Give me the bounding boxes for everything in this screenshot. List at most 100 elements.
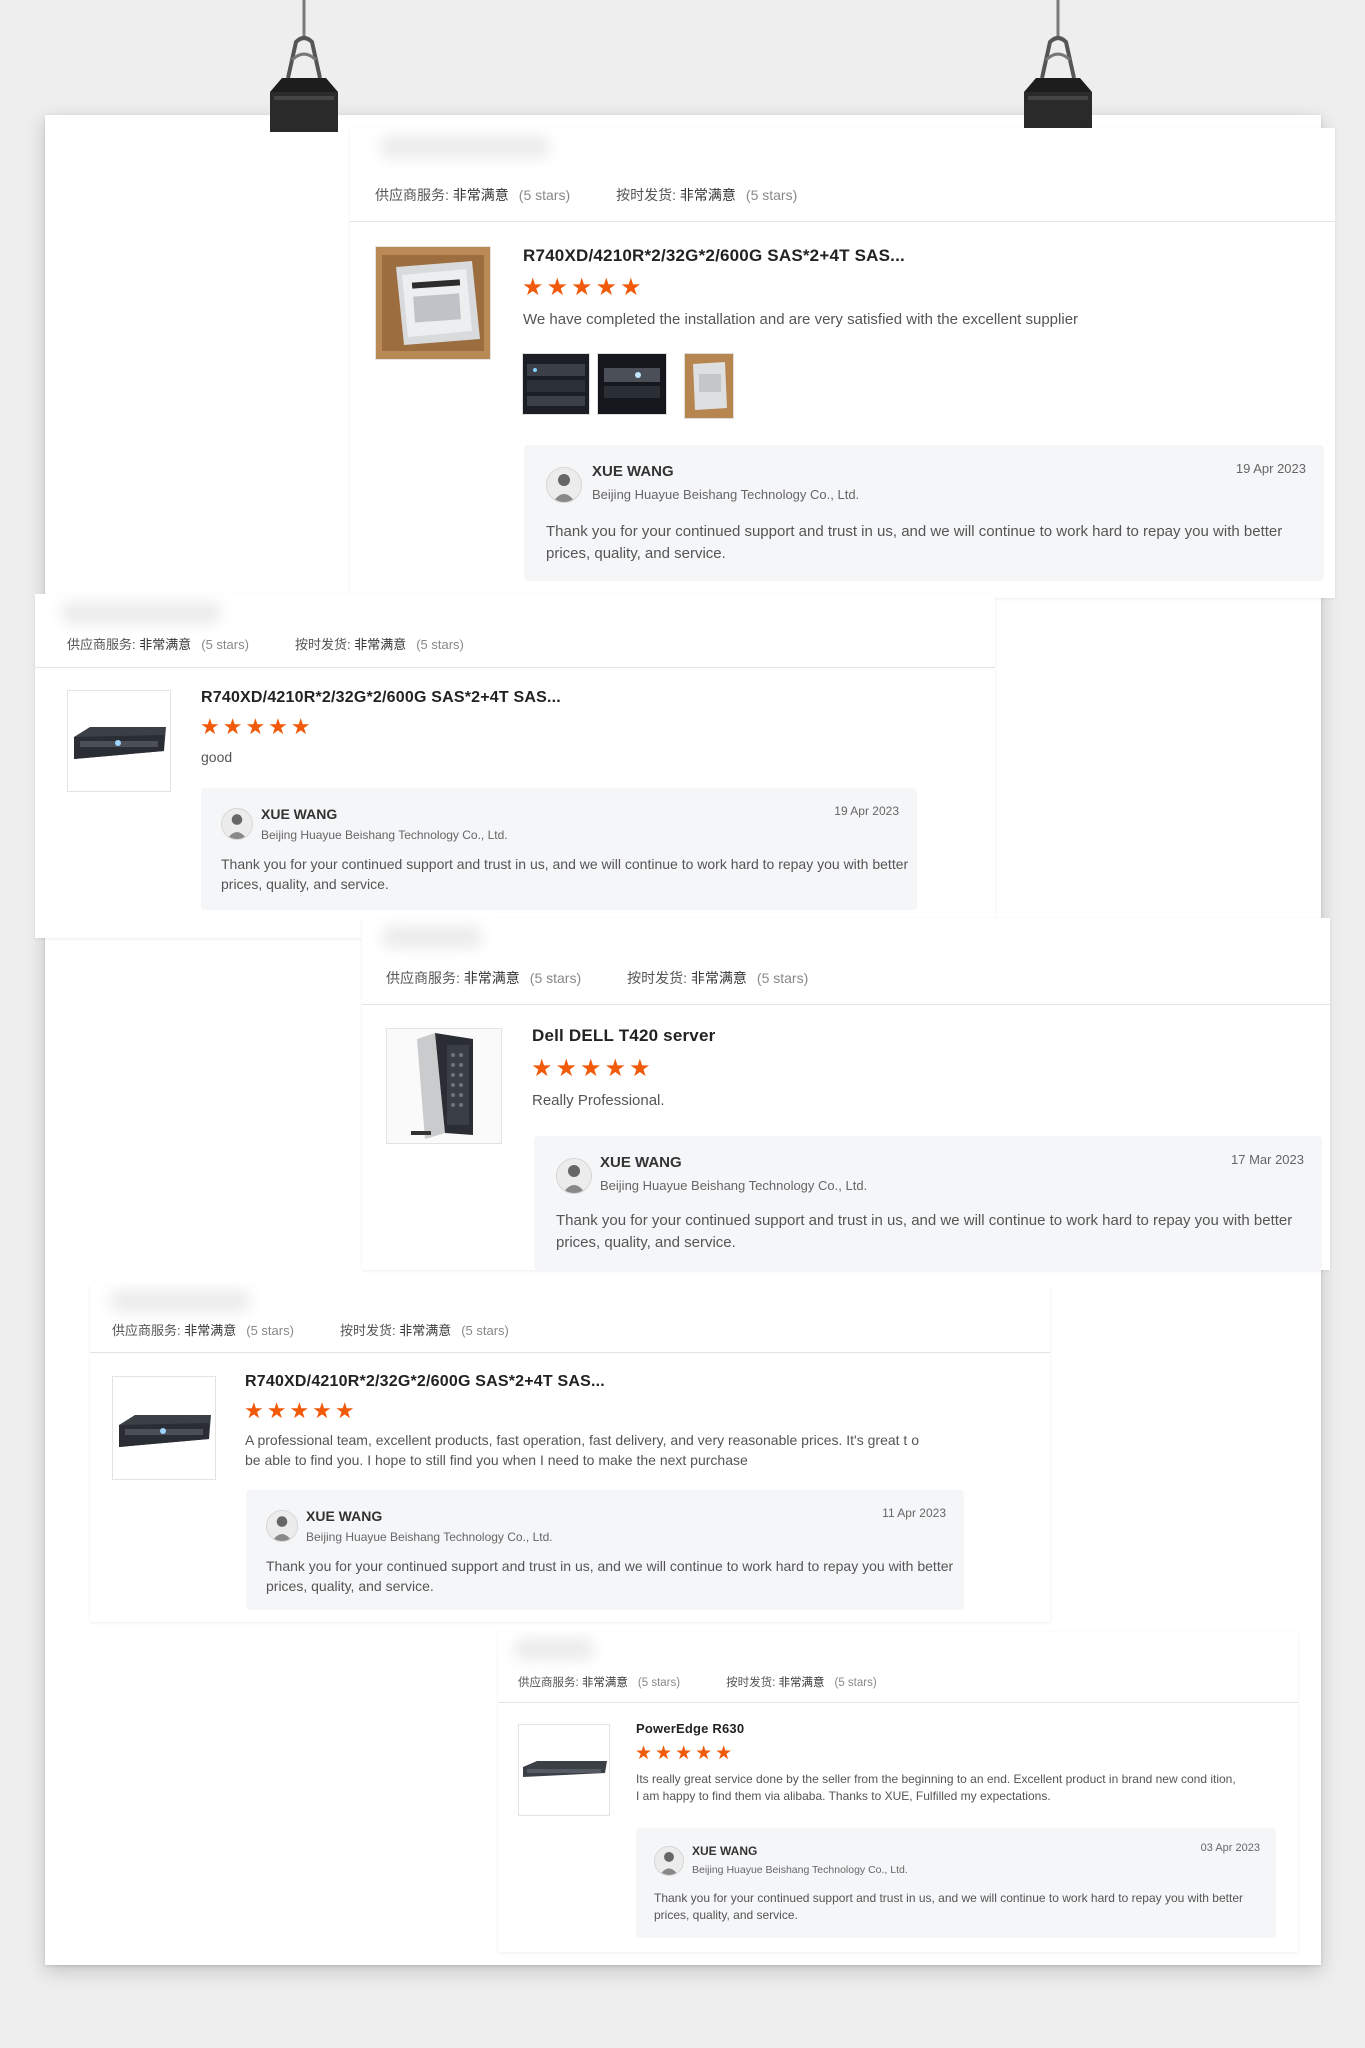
server-box-photo-icon [685, 354, 733, 418]
card-header: 供应商服务: 非常满意 (5 stars) 按时发货: 非常满意 (5 stars) [90, 1284, 1050, 1353]
review-stars: ★★★★★ [244, 1398, 358, 1423]
reply-name: XUE WANG [600, 1154, 682, 1171]
product-thumbnail[interactable] [112, 1376, 216, 1480]
reply-text: Thank you for your continued support and… [546, 523, 1283, 562]
product-thumbnail[interactable] [518, 1724, 610, 1816]
product-title[interactable]: PowerEdge R630 [636, 1721, 744, 1736]
reply-company: Beijing Huayue Beishang Technology Co., … [600, 1178, 868, 1193]
supplier-service-label: 供应商服务: [112, 1323, 181, 1338]
review-card: 供应商服务: 非常满意 (5 stars) 按时发货: 非常满意 (5 stars) … [90, 1284, 1050, 1622]
shipping-value: 非常满意 [679, 187, 736, 203]
supplier-service-stars: (5 stars) [529, 970, 582, 986]
reply-name: XUE WANG [692, 1844, 758, 1858]
reply-company: Beijing Huayue Beishang Technology Co., … [261, 828, 508, 842]
shipping-label: 按时发货: [726, 1677, 776, 1689]
shipping-label: 按时发货: [616, 187, 677, 203]
supplier-reply: XUE WANG Beijing Huayue Beishang Technol… [246, 1490, 964, 1610]
review-card: 供应商服务: 非常满意 (5 stars) 按时发货: 非常满意 (5 stars) … [350, 128, 1335, 598]
avatar [654, 1846, 684, 1876]
product-title[interactable]: Dell DELL T420 server [532, 1026, 715, 1046]
card-header: 供应商服务: 非常满意 (5 stars) 按时发货: 非常满意 (5 stars) [35, 594, 995, 668]
product-title[interactable]: R740XD/4210R*2/32G*2/600G SAS*2+4T SAS..… [523, 246, 905, 266]
supplier-service-value: 非常满意 [184, 1323, 237, 1338]
shipping-value: 非常满意 [690, 970, 747, 986]
supplier-reply: XUE WANG Beijing Huayue Beishang Technol… [534, 1136, 1322, 1270]
tower-server-image-icon [387, 1029, 501, 1143]
binder-clip-icon [1016, 0, 1096, 140]
rack-server-image-icon [519, 1725, 609, 1815]
avatar [556, 1158, 592, 1194]
shipping-stars: (5 stars) [756, 970, 809, 986]
server-box-image-icon [376, 247, 490, 359]
supplier-reply: XUE WANG Beijing Huayue Beishang Technol… [201, 788, 917, 910]
review-text: Its really great service done by the sel… [636, 1772, 1236, 1804]
review-card: 供应商服务: 非常满意 (5 stars) 按时发货: 非常满意 (5 stars) … [498, 1632, 1298, 1952]
review-stars: ★★★★★ [522, 274, 645, 301]
supplier-service-stars: (5 stars) [518, 187, 571, 203]
rack-server-photo-icon [523, 354, 589, 414]
binder-clip-icon [262, 0, 342, 140]
review-text: good [201, 749, 233, 765]
rack-server-image-icon [68, 691, 170, 791]
shipping-stars: (5 stars) [745, 187, 798, 203]
review-photos [522, 353, 752, 419]
supplier-service-label: 供应商服务: [518, 1677, 579, 1689]
shipping-value: 非常满意 [778, 1677, 825, 1689]
shipping-value: 非常满意 [399, 1323, 452, 1338]
review-stars: ★★★★★ [200, 714, 314, 739]
review-card: 供应商服务: 非常满意 (5 stars) 按时发货: 非常满意 (5 stars) … [362, 918, 1330, 1270]
review-text: Really Professional. [532, 1092, 665, 1109]
supplier-ratings: 供应商服务: 非常满意 (5 stars) 按时发货: 非常满意 (5 stars) [112, 1320, 509, 1339]
product-thumbnail[interactable] [386, 1028, 502, 1144]
reply-date: 03 Apr 2023 [1200, 1842, 1260, 1854]
supplier-service-stars: (5 stars) [637, 1677, 681, 1689]
shipping-label: 按时发货: [627, 970, 688, 986]
card-header: 供应商服务: 非常满意 (5 stars) 按时发货: 非常满意 (5 stars) [350, 128, 1335, 222]
avatar [221, 808, 253, 840]
reply-text: Thank you for your continued support and… [266, 1558, 954, 1595]
supplier-service-stars: (5 stars) [246, 1323, 294, 1338]
reply-date: 17 Mar 2023 [1231, 1152, 1304, 1167]
reply-text: Thank you for your continued support and… [556, 1212, 1293, 1251]
shipping-stars: (5 stars) [461, 1323, 509, 1338]
avatar [266, 1510, 298, 1542]
product-thumbnail[interactable] [67, 690, 171, 792]
shipping-label: 按时发货: [339, 1323, 396, 1338]
reply-company: Beijing Huayue Beishang Technology Co., … [692, 1864, 908, 1876]
supplier-service-value: 非常满意 [581, 1677, 628, 1689]
product-thumbnail[interactable] [375, 246, 491, 360]
reply-text: Thank you for your continued support and… [654, 1891, 1243, 1923]
rack-server-image-icon [113, 1377, 215, 1479]
reply-name: XUE WANG [261, 806, 338, 822]
reply-date: 19 Apr 2023 [1235, 461, 1306, 476]
supplier-service-value: 非常满意 [463, 970, 520, 986]
card-header: 供应商服务: 非常满意 (5 stars) 按时发货: 非常满意 (5 stars) [498, 1632, 1298, 1703]
supplier-ratings: 供应商服务: 非常满意 (5 stars) 按时发货: 非常满意 (5 stars) [375, 185, 797, 205]
rack-server-photo-icon [598, 354, 666, 414]
supplier-service-value: 非常满意 [139, 637, 192, 652]
review-text: A professional team, excellent products,… [245, 1432, 919, 1469]
review-text: We have completed the installation and a… [523, 311, 1079, 328]
card-header: 供应商服务: 非常满意 (5 stars) 按时发货: 非常满意 (5 stars) [362, 918, 1330, 1005]
supplier-ratings: 供应商服务: 非常满意 (5 stars) 按时发货: 非常满意 (5 stars) [518, 1674, 877, 1690]
product-title[interactable]: R740XD/4210R*2/32G*2/600G SAS*2+4T SAS..… [201, 689, 561, 707]
shipping-label: 按时发货: [294, 637, 351, 652]
review-stars: ★★★★★ [635, 1743, 736, 1764]
supplier-reply: XUE WANG Beijing Huayue Beishang Technol… [636, 1828, 1276, 1938]
review-photo[interactable] [597, 353, 667, 415]
supplier-ratings: 供应商服务: 非常满意 (5 stars) 按时发货: 非常满意 (5 stars) [386, 968, 808, 988]
shipping-value: 非常满意 [354, 637, 407, 652]
supplier-reply: XUE WANG Beijing Huayue Beishang Technol… [524, 445, 1324, 581]
supplier-service-value: 非常满意 [452, 187, 509, 203]
review-photo[interactable] [684, 353, 734, 419]
reply-company: Beijing Huayue Beishang Technology Co., … [592, 487, 860, 502]
supplier-service-label: 供应商服务: [375, 187, 449, 203]
shipping-stars: (5 stars) [416, 637, 464, 652]
product-title[interactable]: R740XD/4210R*2/32G*2/600G SAS*2+4T SAS..… [245, 1373, 605, 1391]
review-photo[interactable] [522, 353, 590, 415]
reply-company: Beijing Huayue Beishang Technology Co., … [306, 1530, 553, 1544]
review-card: 供应商服务: 非常满意 (5 stars) 按时发货: 非常满意 (5 stars) … [35, 594, 995, 938]
supplier-service-label: 供应商服务: [67, 637, 136, 652]
reply-text: Thank you for your continued support and… [221, 856, 909, 893]
supplier-service-stars: (5 stars) [201, 637, 249, 652]
